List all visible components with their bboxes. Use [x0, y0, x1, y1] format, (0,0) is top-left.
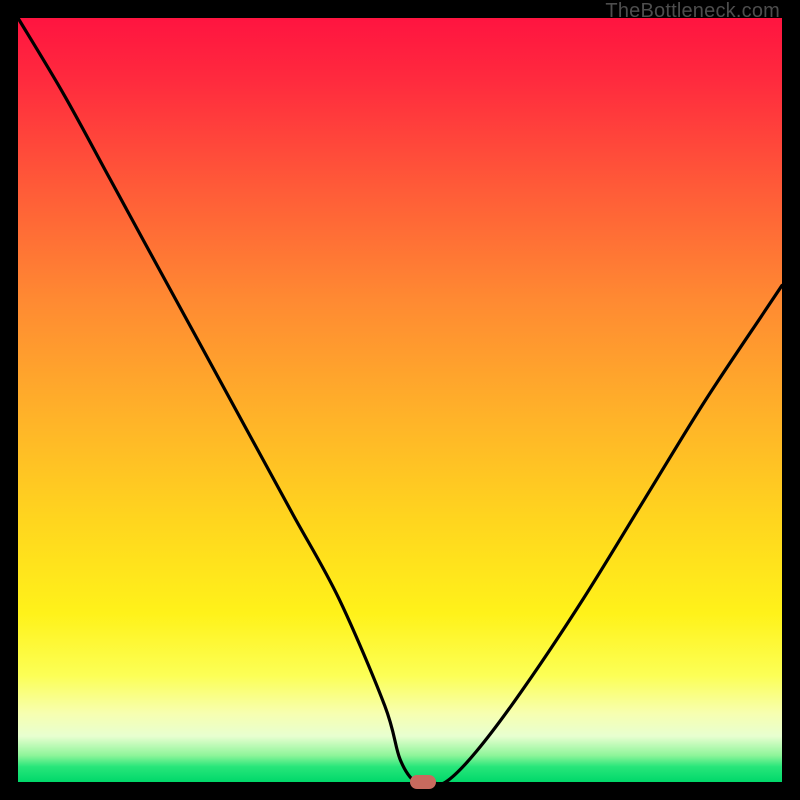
- optimum-marker: [410, 775, 436, 789]
- bottleneck-curve: [18, 18, 782, 782]
- chart-frame: TheBottleneck.com: [0, 0, 800, 800]
- watermark-text: TheBottleneck.com: [605, 0, 780, 23]
